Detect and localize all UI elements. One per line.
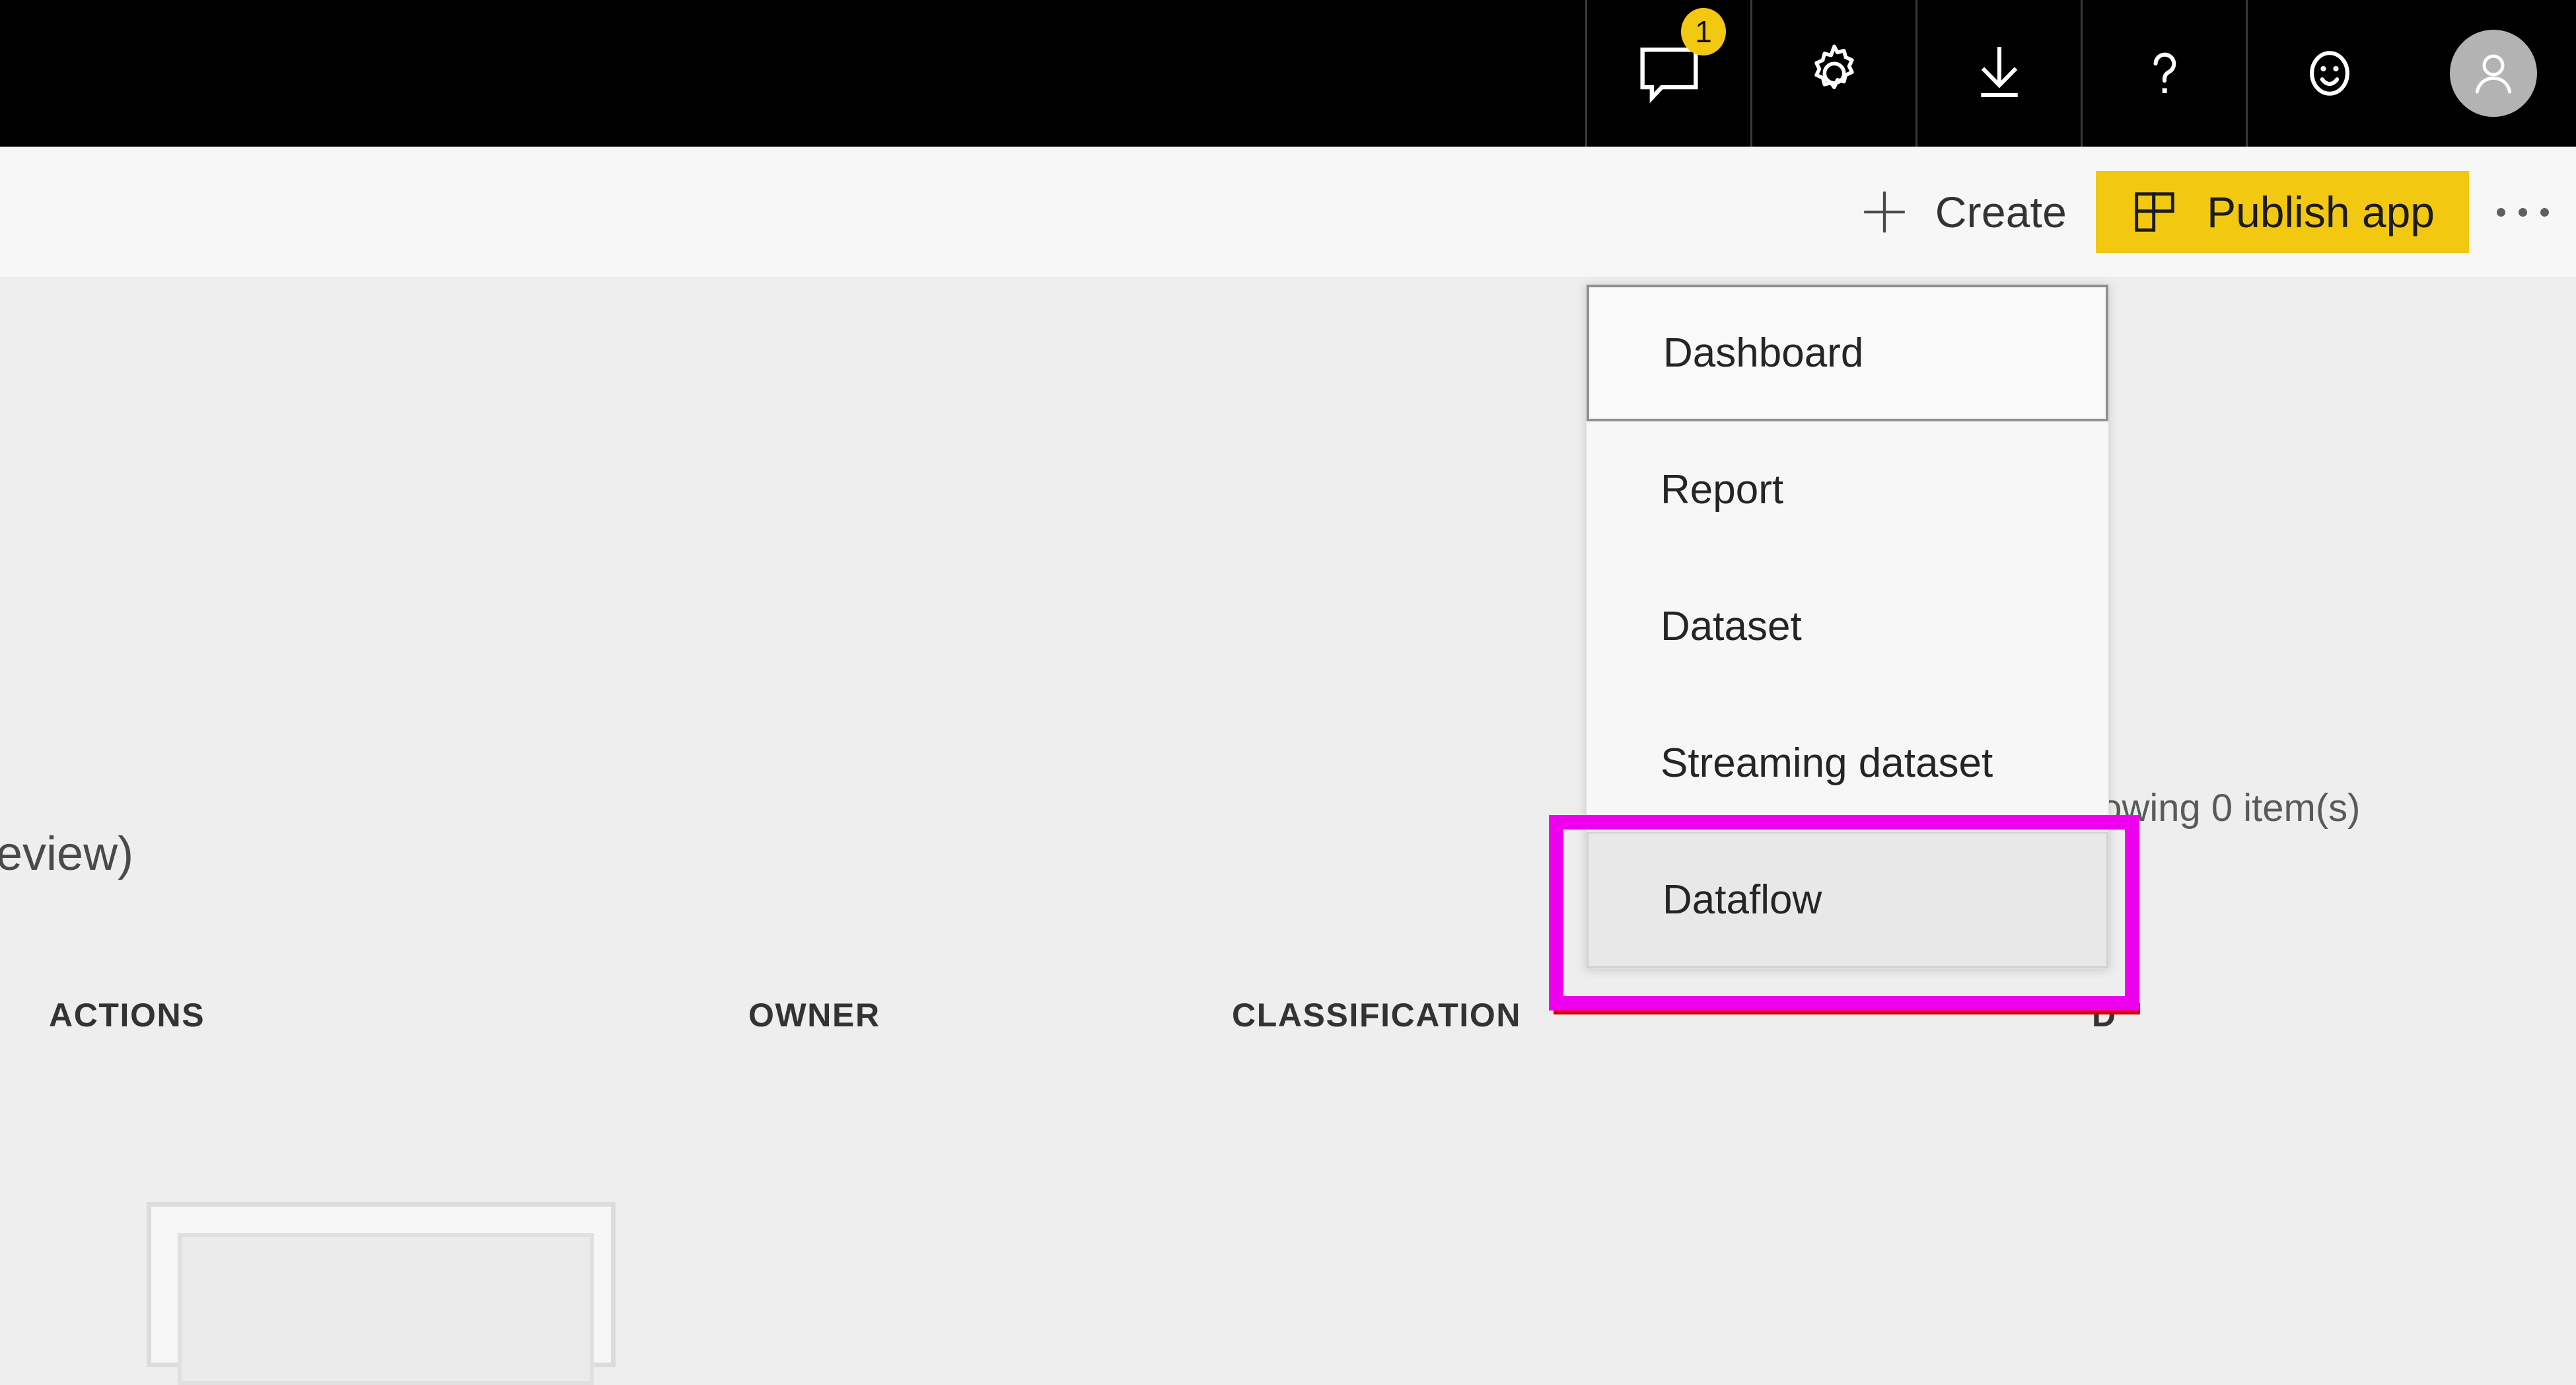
column-header-partial[interactable]: D — [2092, 996, 2117, 1034]
avatar — [2450, 30, 2537, 117]
empty-state-placeholder — [147, 1202, 616, 1385]
settings-button[interactable] — [1750, 0, 1915, 147]
help-button[interactable] — [2081, 0, 2246, 147]
user-avatar-icon — [2475, 54, 2512, 94]
column-header-actions[interactable]: ACTIONS — [49, 996, 205, 1034]
menu-item-dataflow[interactable]: Dataflow — [1587, 832, 2108, 968]
menu-item-label: Dataflow — [1663, 877, 1822, 923]
download-icon — [1980, 47, 2018, 97]
menu-item-report[interactable]: Report — [1587, 421, 2108, 558]
showing-item-count: howing 0 item(s) — [2079, 787, 2361, 830]
app-grid-icon — [2135, 192, 2174, 232]
gear-icon — [1814, 44, 1854, 90]
menu-item-dataset[interactable]: Dataset — [1587, 558, 2108, 695]
create-dropdown-menu: Dashboard Report Dataset Streaming datas… — [1586, 284, 2109, 969]
menu-item-dashboard[interactable]: Dashboard — [1587, 285, 2108, 421]
notification-badge: 1 — [1681, 8, 1726, 55]
more-options-button[interactable] — [2469, 147, 2576, 277]
empty-state-placeholder-inner — [178, 1233, 594, 1385]
account-button[interactable] — [2411, 0, 2576, 147]
global-top-bar: 1 — [0, 0, 2576, 147]
menu-item-label: Dataset — [1661, 604, 1802, 649]
workspace-content: eview) howing 0 item(s) ACTIONS OWNER CL… — [0, 277, 2576, 1385]
menu-item-label: Dashboard — [1663, 330, 1864, 376]
menu-item-label: Report — [1661, 467, 1784, 513]
smiley-feedback-button[interactable] — [2246, 0, 2411, 147]
column-header-classification[interactable]: CLASSIFICATION — [1232, 996, 1521, 1034]
menu-item-label: Streaming dataset — [1661, 740, 1993, 786]
workspace-command-bar: Create Publish app — [0, 147, 2576, 277]
page-title: eview) — [0, 828, 134, 880]
column-header-owner[interactable]: OWNER — [748, 996, 880, 1034]
smiley-icon — [2309, 51, 2349, 96]
publish-app-button[interactable]: Publish app — [2096, 171, 2469, 253]
ellipsis-icon — [2496, 207, 2549, 217]
menu-item-streaming-dataset[interactable]: Streaming dataset — [1587, 695, 2108, 832]
highlight-box-shadow — [1554, 1003, 2140, 1014]
create-button-label: Create — [1935, 188, 2067, 236]
publish-app-button-label: Publish app — [2207, 188, 2435, 236]
create-button[interactable]: Create — [1834, 147, 2096, 277]
command-bar-actions: Create Publish app — [1834, 147, 2576, 277]
plus-icon — [1863, 192, 1905, 232]
download-button[interactable] — [1915, 0, 2081, 147]
question-mark-icon — [2153, 52, 2176, 93]
feedback-notification-button[interactable]: 1 — [1585, 0, 1750, 147]
